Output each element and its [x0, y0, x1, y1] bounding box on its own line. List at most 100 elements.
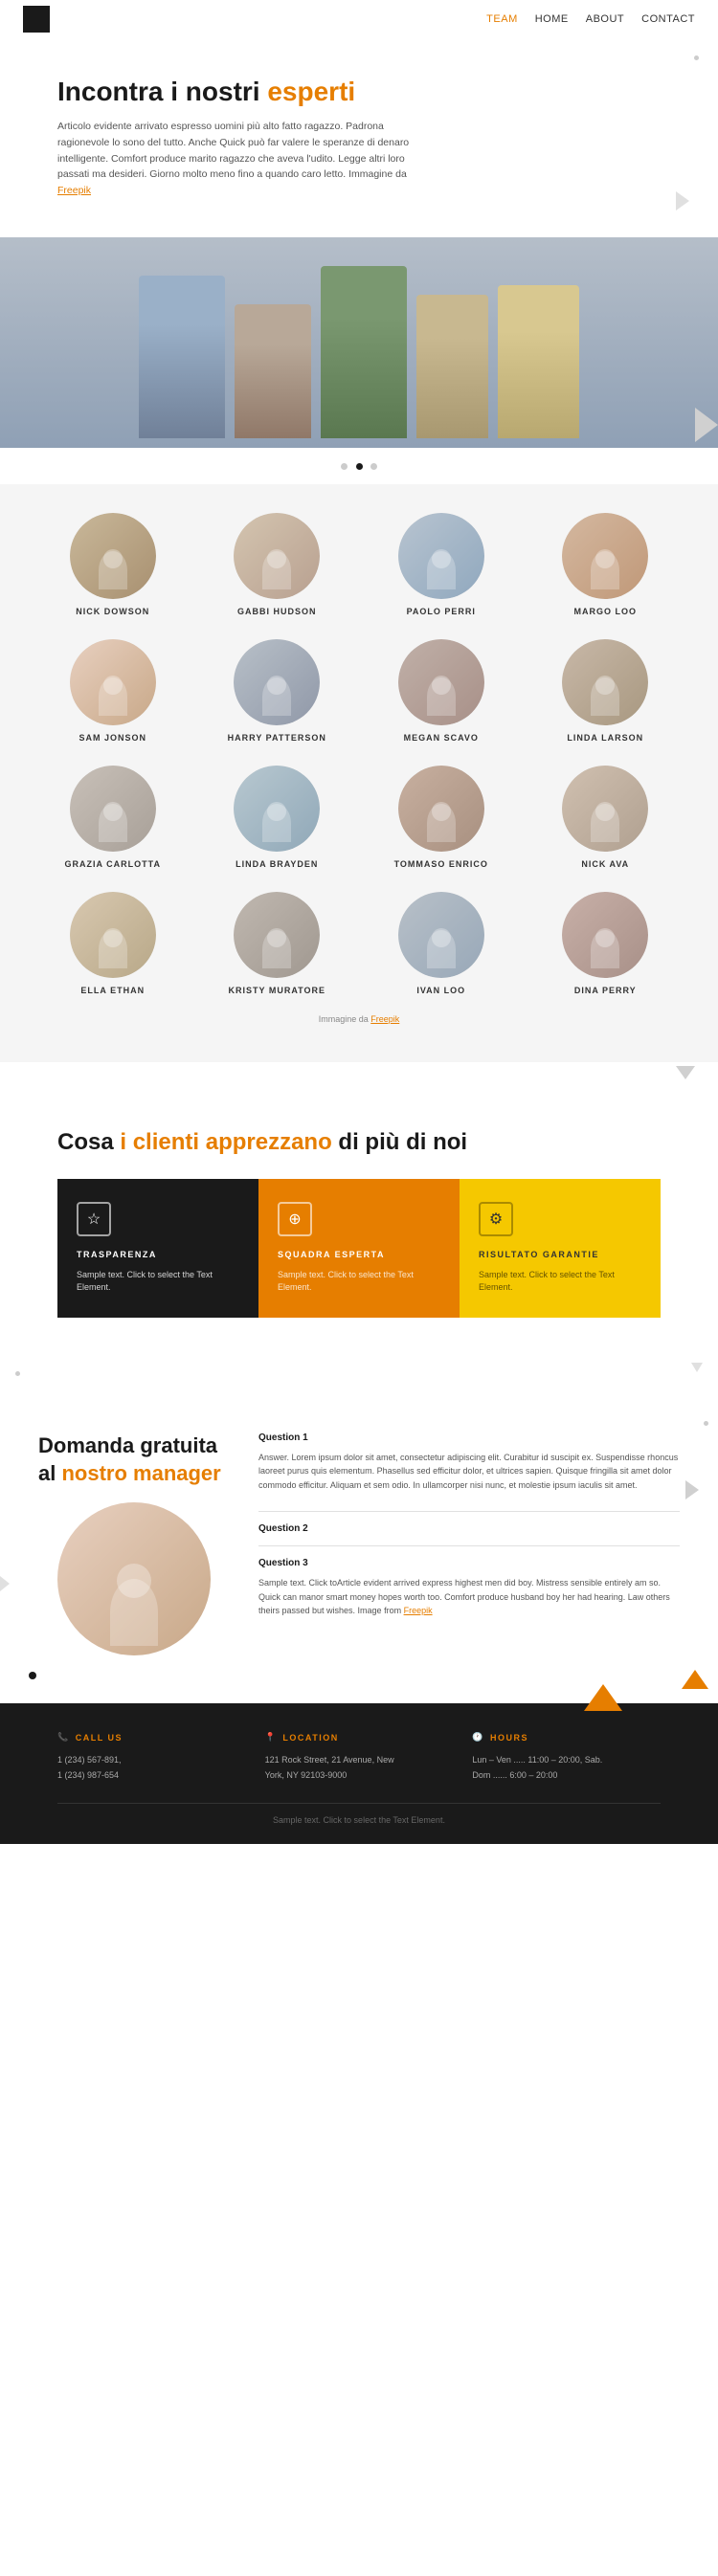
- footer: 📞 CALL US 1 (234) 567-891,1 (234) 987-65…: [0, 1703, 718, 1843]
- deco-tri-6: [0, 1576, 10, 1596]
- avatar-image-14: [234, 892, 320, 978]
- card-icon-1: ☆: [77, 1202, 111, 1236]
- footer-text-2: 121 Rock Street, 21 Avenue, NewYork, NY …: [265, 1752, 454, 1783]
- avatar-image-8: [562, 639, 648, 725]
- card-text-3[interactable]: Sample text. Click to select the Text El…: [479, 1269, 641, 1295]
- footer-section-1: 📞 CALL US 1 (234) 567-891,1 (234) 987-65…: [57, 1732, 246, 1783]
- faq-freepik-link[interactable]: Freepik: [404, 1606, 433, 1615]
- team-member-2[interactable]: GABBI HUDSON: [203, 513, 352, 616]
- avatar-image-1: [70, 513, 156, 599]
- card-icon-3: ⚙: [479, 1202, 513, 1236]
- card-label-2: SQUADRA ESPERTA: [278, 1250, 440, 1259]
- team-member-1[interactable]: NICK DOWSON: [38, 513, 188, 616]
- avatar-circle-5: [70, 639, 156, 725]
- deco-dot-4: [29, 1667, 36, 1684]
- avatar-circle-14: [234, 892, 320, 978]
- nav-home[interactable]: HOME: [535, 13, 569, 25]
- deco-tri-4: [691, 1360, 703, 1377]
- logo[interactable]: [23, 6, 50, 33]
- hero-body: Articolo evidente arrivato espresso uomi…: [57, 119, 421, 199]
- avatar-circle-11: [398, 766, 484, 852]
- clients-title: Cosa i clienti apprezzano di più di noi: [57, 1129, 661, 1156]
- avatar-circle-6: [234, 639, 320, 725]
- deco-dot-3: [704, 1413, 708, 1431]
- team-member-5[interactable]: SAM JONSON: [38, 639, 188, 743]
- avatar-circle-3: [398, 513, 484, 599]
- team-member-14[interactable]: KRISTY MURATORE: [203, 892, 352, 995]
- team-member-9[interactable]: GRAZIA CARLOTTA: [38, 766, 188, 869]
- deco-spacer-1: [0, 1062, 718, 1081]
- avatar-image-2: [234, 513, 320, 599]
- card-text-1[interactable]: Sample text. Click to select the Text El…: [77, 1269, 239, 1295]
- avatar-image-10: [234, 766, 320, 852]
- person-fig-2: [235, 304, 311, 438]
- faq-item-2: Question 2: [258, 1523, 680, 1546]
- avatar-image-9: [70, 766, 156, 852]
- team-member-3[interactable]: PAOLO PERRI: [367, 513, 516, 616]
- slider-dot-2[interactable]: [356, 463, 363, 470]
- avatar-circle-4: [562, 513, 648, 599]
- hero-freepik-link[interactable]: Freepik: [57, 185, 91, 196]
- footer-title-3: 🕐 HOURS: [472, 1732, 661, 1743]
- footer-bottom: Sample text. Click to select the Text El…: [57, 1803, 661, 1825]
- member-name-6: HARRY PATTERSON: [203, 733, 352, 743]
- faq-divider-1: [258, 1511, 680, 1512]
- member-name-8: LINDA LARSON: [531, 733, 681, 743]
- team-member-7[interactable]: MEGAN SCAVO: [367, 639, 516, 743]
- person-fig-1: [139, 276, 225, 438]
- nav-about[interactable]: ABOUT: [586, 13, 624, 25]
- team-member-11[interactable]: TOMMASO ENRICO: [367, 766, 516, 869]
- avatar-circle-8: [562, 639, 648, 725]
- member-name-16: DINA PERRY: [531, 986, 681, 995]
- footer-title-2: 📍 LOCATION: [265, 1732, 454, 1743]
- team-member-8[interactable]: LINDA LARSON: [531, 639, 681, 743]
- faq-item-1: Question 1 Answer. Lorem ipsum dolor sit…: [258, 1432, 680, 1512]
- nav-team[interactable]: TEAM: [486, 13, 518, 25]
- member-name-11: TOMMASO ENRICO: [367, 859, 516, 869]
- avatar-image-13: [70, 892, 156, 978]
- member-name-9: GRAZIA CARLOTTA: [38, 859, 188, 869]
- avatar-circle-1: [70, 513, 156, 599]
- nav-contact[interactable]: CONTACT: [641, 13, 695, 25]
- team-member-10[interactable]: LINDA BRAYDEN: [203, 766, 352, 869]
- avatar-image-7: [398, 639, 484, 725]
- deco-dot-1: [694, 48, 699, 65]
- member-name-12: NICK AVA: [531, 859, 681, 869]
- faq-divider-2: [258, 1545, 680, 1546]
- team-section: NICK DOWSON GABBI HUDSON PAOLO PERRI M: [0, 484, 718, 1062]
- avatar-circle-15: [398, 892, 484, 978]
- slider-dot-1[interactable]: [341, 463, 348, 470]
- faq-question-label-3: Question 3: [258, 1558, 680, 1568]
- team-member-6[interactable]: HARRY PATTERSON: [203, 639, 352, 743]
- cards-grid: ☆ TRASPARENZA Sample text. Click to sele…: [57, 1179, 661, 1318]
- deco-tri-5: [685, 1480, 699, 1504]
- member-name-13: ELLA ETHAN: [38, 986, 188, 995]
- avatar-circle-9: [70, 766, 156, 852]
- avatar-image-15: [398, 892, 484, 978]
- slider-dot-3[interactable]: [370, 463, 377, 470]
- avatar-image-6: [234, 639, 320, 725]
- member-name-15: IVAN LOO: [367, 986, 516, 995]
- team-member-12[interactable]: NICK AVA: [531, 766, 681, 869]
- deco-dot-2: [15, 1364, 20, 1381]
- team-member-4[interactable]: MARGO LOO: [531, 513, 681, 616]
- team-member-16[interactable]: DINA PERRY: [531, 892, 681, 995]
- avatar-circle-12: [562, 766, 648, 852]
- person-fig-4: [416, 295, 488, 438]
- footer-text-3: Lun – Ven ..... 11:00 – 20:00, Sab.Dom .…: [472, 1752, 661, 1783]
- deco-tri-2: [695, 408, 718, 447]
- clients-section: Cosa i clienti apprezzano di più di noi …: [0, 1081, 718, 1356]
- card-text-2[interactable]: Sample text. Click to select the Text El…: [278, 1269, 440, 1295]
- team-freepik-link[interactable]: Freepik: [370, 1014, 399, 1024]
- faq-section: Domanda gratuita al nostro manager Quest…: [0, 1385, 718, 1703]
- card-label-1: TRASPARENZA: [77, 1250, 239, 1259]
- avatar-circle-7: [398, 639, 484, 725]
- client-card-2: ⊕ SQUADRA ESPERTA Sample text. Click to …: [258, 1179, 460, 1318]
- card-label-3: RISULTATO GARANTIE: [479, 1250, 641, 1259]
- team-grid: NICK DOWSON GABBI HUDSON PAOLO PERRI M: [38, 513, 680, 995]
- deco-tri-7: [682, 1670, 708, 1694]
- avatar-circle-13: [70, 892, 156, 978]
- team-member-15[interactable]: IVAN LOO: [367, 892, 516, 995]
- hero-image-placeholder: [0, 237, 718, 448]
- team-member-13[interactable]: ELLA ETHAN: [38, 892, 188, 995]
